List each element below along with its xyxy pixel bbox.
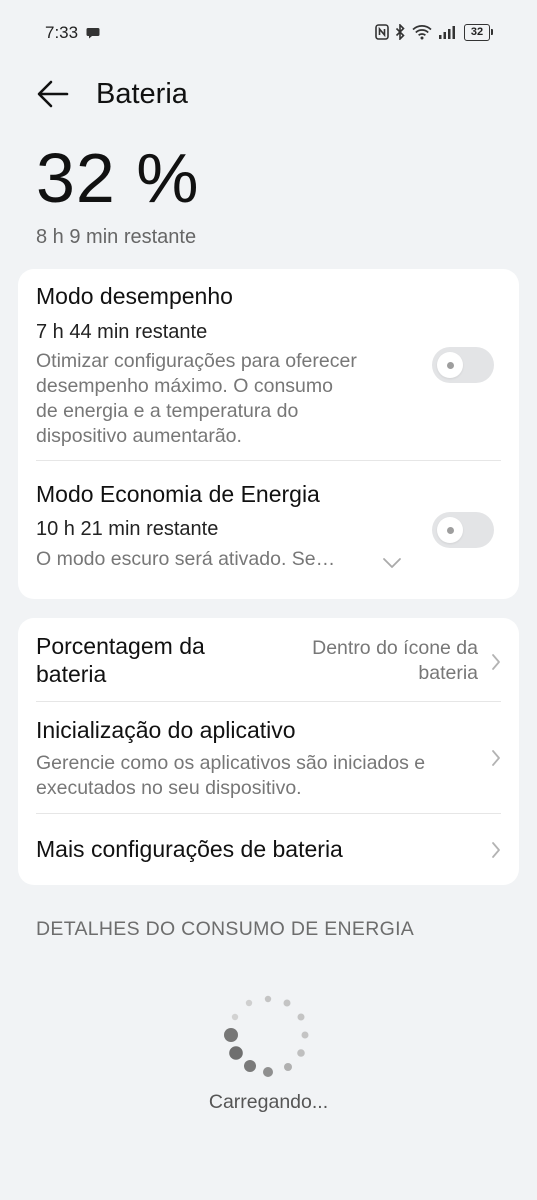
battery-percentage-label: Porcentagem da bateria (36, 633, 205, 687)
status-bar: 7:33 32 (0, 0, 537, 64)
battery-icon: 32 (464, 23, 493, 41)
wifi-icon (412, 24, 432, 40)
bluetooth-icon (395, 24, 406, 40)
app-launch-description: Gerencie como os aplicativos são iniciad… (36, 752, 426, 799)
battery-remaining-time: 8 h 9 min restante (36, 226, 197, 248)
battery-percentage-value: Dentro do ícone da bateria (312, 637, 478, 684)
divider (36, 813, 501, 814)
battery-level: 32 (464, 23, 490, 41)
modes-card: Modo desempenho 7 h 44 min restante Otim… (18, 269, 519, 599)
back-arrow-icon[interactable] (36, 79, 70, 109)
chevron-right-icon (491, 749, 501, 767)
power-saving-mode-title: Modo Economia de Energia (36, 481, 320, 507)
battery-percentage-setting[interactable]: Porcentagem da bateria Dentro do ícone d… (36, 632, 501, 692)
performance-mode-remaining: 7 h 44 min restante (36, 321, 208, 343)
status-time: 7:33 (45, 23, 79, 42)
chevron-right-icon (491, 841, 501, 859)
performance-mode-toggle[interactable] (432, 347, 494, 383)
divider (36, 460, 501, 461)
signal-icon (438, 24, 458, 40)
performance-mode-title: Modo desempenho (36, 283, 233, 309)
battery-percentage: 32 % (36, 139, 200, 217)
chevron-right-icon (491, 653, 501, 671)
loading-spinner-icon (218, 990, 318, 1090)
app-launch-setting[interactable]: Inicialização do aplicativo Gerencie com… (36, 717, 501, 799)
power-saving-mode-toggle[interactable] (432, 512, 494, 548)
app-bar: Bateria (0, 64, 537, 124)
app-launch-title: Inicialização do aplicativo (36, 717, 296, 743)
nfc-icon (375, 24, 389, 40)
message-icon (86, 26, 100, 39)
settings-card: Porcentagem da bateria Dentro do ícone d… (18, 618, 519, 885)
energy-usage-section-title: DETALHES DO CONSUMO DE ENERGIA (36, 918, 415, 940)
loading-text: Carregando... (208, 1091, 329, 1113)
divider (36, 701, 501, 702)
chevron-down-icon[interactable] (382, 556, 402, 568)
power-saving-mode-description: O modo escuro será ativado. Se… (36, 548, 336, 570)
page-title: Bateria (96, 78, 188, 110)
more-battery-settings[interactable]: Mais configurações de bateria (36, 836, 501, 866)
more-battery-settings-label: Mais configurações de bateria (36, 836, 343, 862)
